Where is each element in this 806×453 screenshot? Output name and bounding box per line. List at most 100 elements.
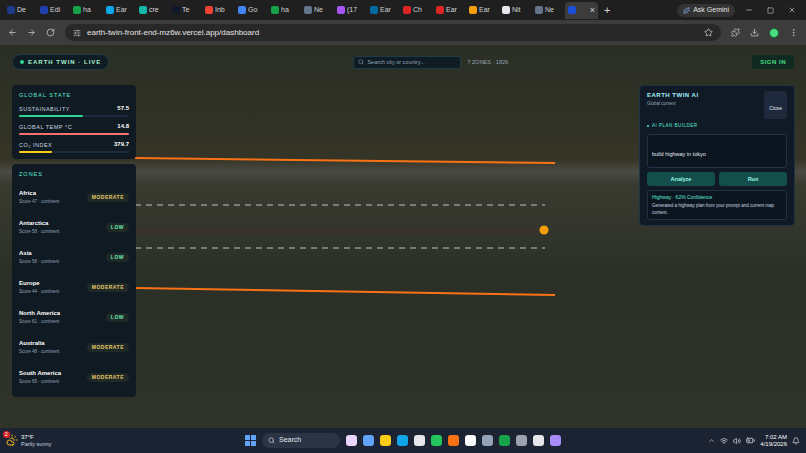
favicon-icon [205,6,213,14]
dashboard: EARTH TWIN · LIVE Search city or country.… [0,45,806,428]
menu-icon[interactable] [789,28,798,37]
forward-icon[interactable] [27,28,36,37]
browser-tab[interactable]: Ne [532,2,565,19]
taskbar-search[interactable]: Search [262,433,340,448]
reload-icon[interactable] [46,28,55,37]
tab-label: ha [83,5,91,16]
metric-row: GLOBAL TEMP °C14.8 [19,122,129,135]
browser-tab[interactable]: Ear [466,2,499,19]
close-window-icon[interactable] [788,6,796,14]
zone-row[interactable]: AsiaScore 58 · continentLOW [19,243,129,273]
app-icon[interactable] [550,435,561,446]
browser-tab[interactable]: ha [70,2,103,19]
risk-badge: LOW [106,223,129,233]
download-icon[interactable] [750,28,759,37]
zone-row[interactable]: EuropeScore 44 · continentMODERATE [19,273,129,303]
tab-label: Ne [545,5,554,16]
app-icon[interactable] [431,435,442,446]
browser-tab[interactable]: Ch [400,2,433,19]
favicon-icon [238,6,246,14]
favicon-icon [304,6,312,14]
screen: DeEdihaEarcreTeInbGohaNe(17EarChEarEarNi… [0,0,806,453]
app-icon[interactable] [499,435,510,446]
close-button[interactable]: Close [764,91,787,119]
prompt-textarea[interactable]: build highway in tokyo [647,134,787,168]
wifi-icon[interactable] [720,437,728,445]
site-info-icon[interactable] [73,29,81,37]
favicon-icon [7,6,15,14]
notification-icon[interactable] [792,437,800,445]
live-dot-icon [20,60,24,64]
battery-icon[interactable] [746,436,755,445]
metric-bar-fill [19,151,52,153]
windows-icon[interactable] [245,435,256,446]
weather-widget[interactable]: 237°FPartly sunny [6,434,156,447]
app-icon[interactable] [397,435,408,446]
favicon-icon [535,6,543,14]
analyze-button[interactable]: Analyze [647,172,715,186]
taskbar: 237°FPartly sunny Search 7:02 AM4/19/2026 [0,428,806,453]
app-icon[interactable] [516,435,527,446]
favicon-icon [403,6,411,14]
app-icon[interactable] [346,435,357,446]
zone-row[interactable]: South AmericaScore 65 · continentMODERAT… [19,363,129,393]
tab-strip: DeEdihaEarcreTeInbGohaNe(17EarChEarEarNi… [0,0,806,20]
app-icon[interactable] [465,435,476,446]
zone-row[interactable]: North AmericaScore 61 · continentLOW [19,303,129,333]
highway-band [135,226,545,234]
tab-label: Ear [446,5,457,16]
favicon-icon [337,6,345,14]
favicon-icon [139,6,147,14]
browser-tab[interactable]: × [565,2,598,19]
browser-tab[interactable]: Edi [37,2,70,19]
brand-badge: EARTH TWIN · LIVE [12,54,109,70]
back-icon[interactable] [8,28,17,37]
sign-in-button[interactable]: SIGN IN [752,55,794,69]
app-icon[interactable] [482,435,493,446]
volume-icon[interactable] [733,437,741,445]
zone-row[interactable]: AntarcticaScore 58 · continentLOW [19,213,129,243]
browser-tab[interactable]: Inb [202,2,235,19]
zone-row[interactable]: AfricaScore 47 · continentMODERATE [19,183,129,213]
profile-icon[interactable] [769,28,779,38]
ask-gemini-button[interactable]: Ask Gemini [677,4,735,17]
tab-label: Go [248,5,257,16]
new-tab-button[interactable]: + [604,5,610,16]
browser-tab[interactable]: Go [235,2,268,19]
maximize-icon[interactable] [767,7,774,14]
tab-label: ha [281,5,289,16]
app-icon[interactable] [363,435,374,446]
browser-tab[interactable]: ha [268,2,301,19]
app-icon[interactable] [380,435,391,446]
bookmark-icon[interactable] [704,28,713,37]
tray-expand-icon[interactable] [708,437,715,444]
search-icon [268,437,275,444]
metric-bar [19,115,129,117]
app-icon[interactable] [533,435,544,446]
clock[interactable]: 7:02 AM4/19/2026 [760,434,787,447]
tab-label: Ch [413,5,422,16]
minimize-icon[interactable] [745,6,753,14]
browser-tab[interactable]: Ne [301,2,334,19]
map-pin-icon[interactable] [540,226,549,235]
address-bar[interactable]: earth-twin-front-end-mz6w.vercel.app/das… [65,24,721,41]
app-icon[interactable] [414,435,425,446]
browser-tab[interactable]: De [4,2,37,19]
browser-tab[interactable]: Ear [103,2,136,19]
search-field[interactable]: Search city or country... [353,56,461,69]
browser-tab[interactable]: Te [169,2,202,19]
browser-tab[interactable]: Nit [499,2,532,19]
run-button[interactable]: Run [719,172,787,186]
tab-close[interactable]: × [590,6,595,15]
app-icon[interactable] [448,435,459,446]
extensions-icon[interactable] [731,28,740,37]
zone-row[interactable]: AustraliaScore 48 · continentMODERATE [19,333,129,363]
browser-tab[interactable]: (17 [334,2,367,19]
favicon-icon [73,6,81,14]
risk-badge: MODERATE [87,283,129,293]
browser-tab[interactable]: Ear [433,2,466,19]
tab-label: Te [182,5,189,16]
browser-tab[interactable]: Ear [367,2,400,19]
browser-tab[interactable]: cre [136,2,169,19]
tab-label: Ne [314,5,323,16]
